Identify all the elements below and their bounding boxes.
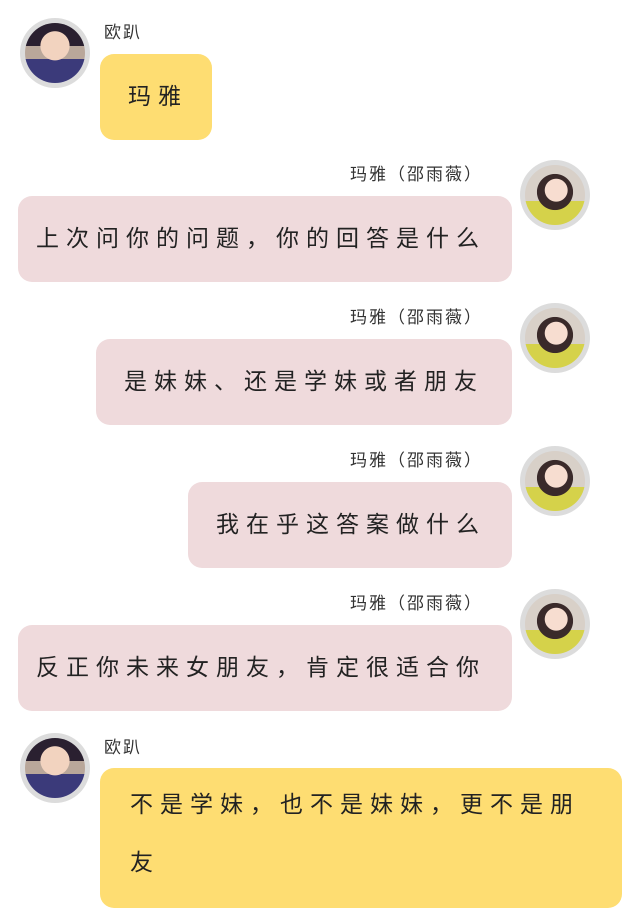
boy-avatar-icon[interactable] (20, 733, 90, 803)
message-bubble[interactable]: 反正你未来女朋友，肯定很适合你 (18, 625, 512, 711)
message-bubble[interactable]: 玛雅 (100, 54, 212, 140)
sender-name: 玛雅（邵雨薇） (350, 308, 483, 328)
sender-name: 玛雅（邵雨薇） (350, 451, 483, 471)
message-bubble[interactable]: 上次问你的问题，你的回答是什么 (18, 196, 512, 282)
message-bubble[interactable]: 不是学妹，也不是妹妹，更不是朋友 (100, 768, 622, 908)
message-bubble[interactable]: 是妹妹、还是学妹或者朋友 (96, 339, 512, 425)
sender-name: 欧趴 (104, 23, 142, 43)
sender-name: 欧趴 (104, 738, 142, 758)
message-bubble[interactable]: 我在乎这答案做什么 (188, 482, 512, 568)
girl-avatar-icon[interactable] (520, 303, 590, 373)
sender-name: 玛雅（邵雨薇） (350, 594, 483, 614)
sender-name: 玛雅（邵雨薇） (350, 165, 483, 185)
girl-avatar-icon[interactable] (520, 446, 590, 516)
boy-avatar-icon[interactable] (20, 18, 90, 88)
girl-avatar-icon[interactable] (520, 160, 590, 230)
girl-avatar-icon[interactable] (520, 589, 590, 659)
